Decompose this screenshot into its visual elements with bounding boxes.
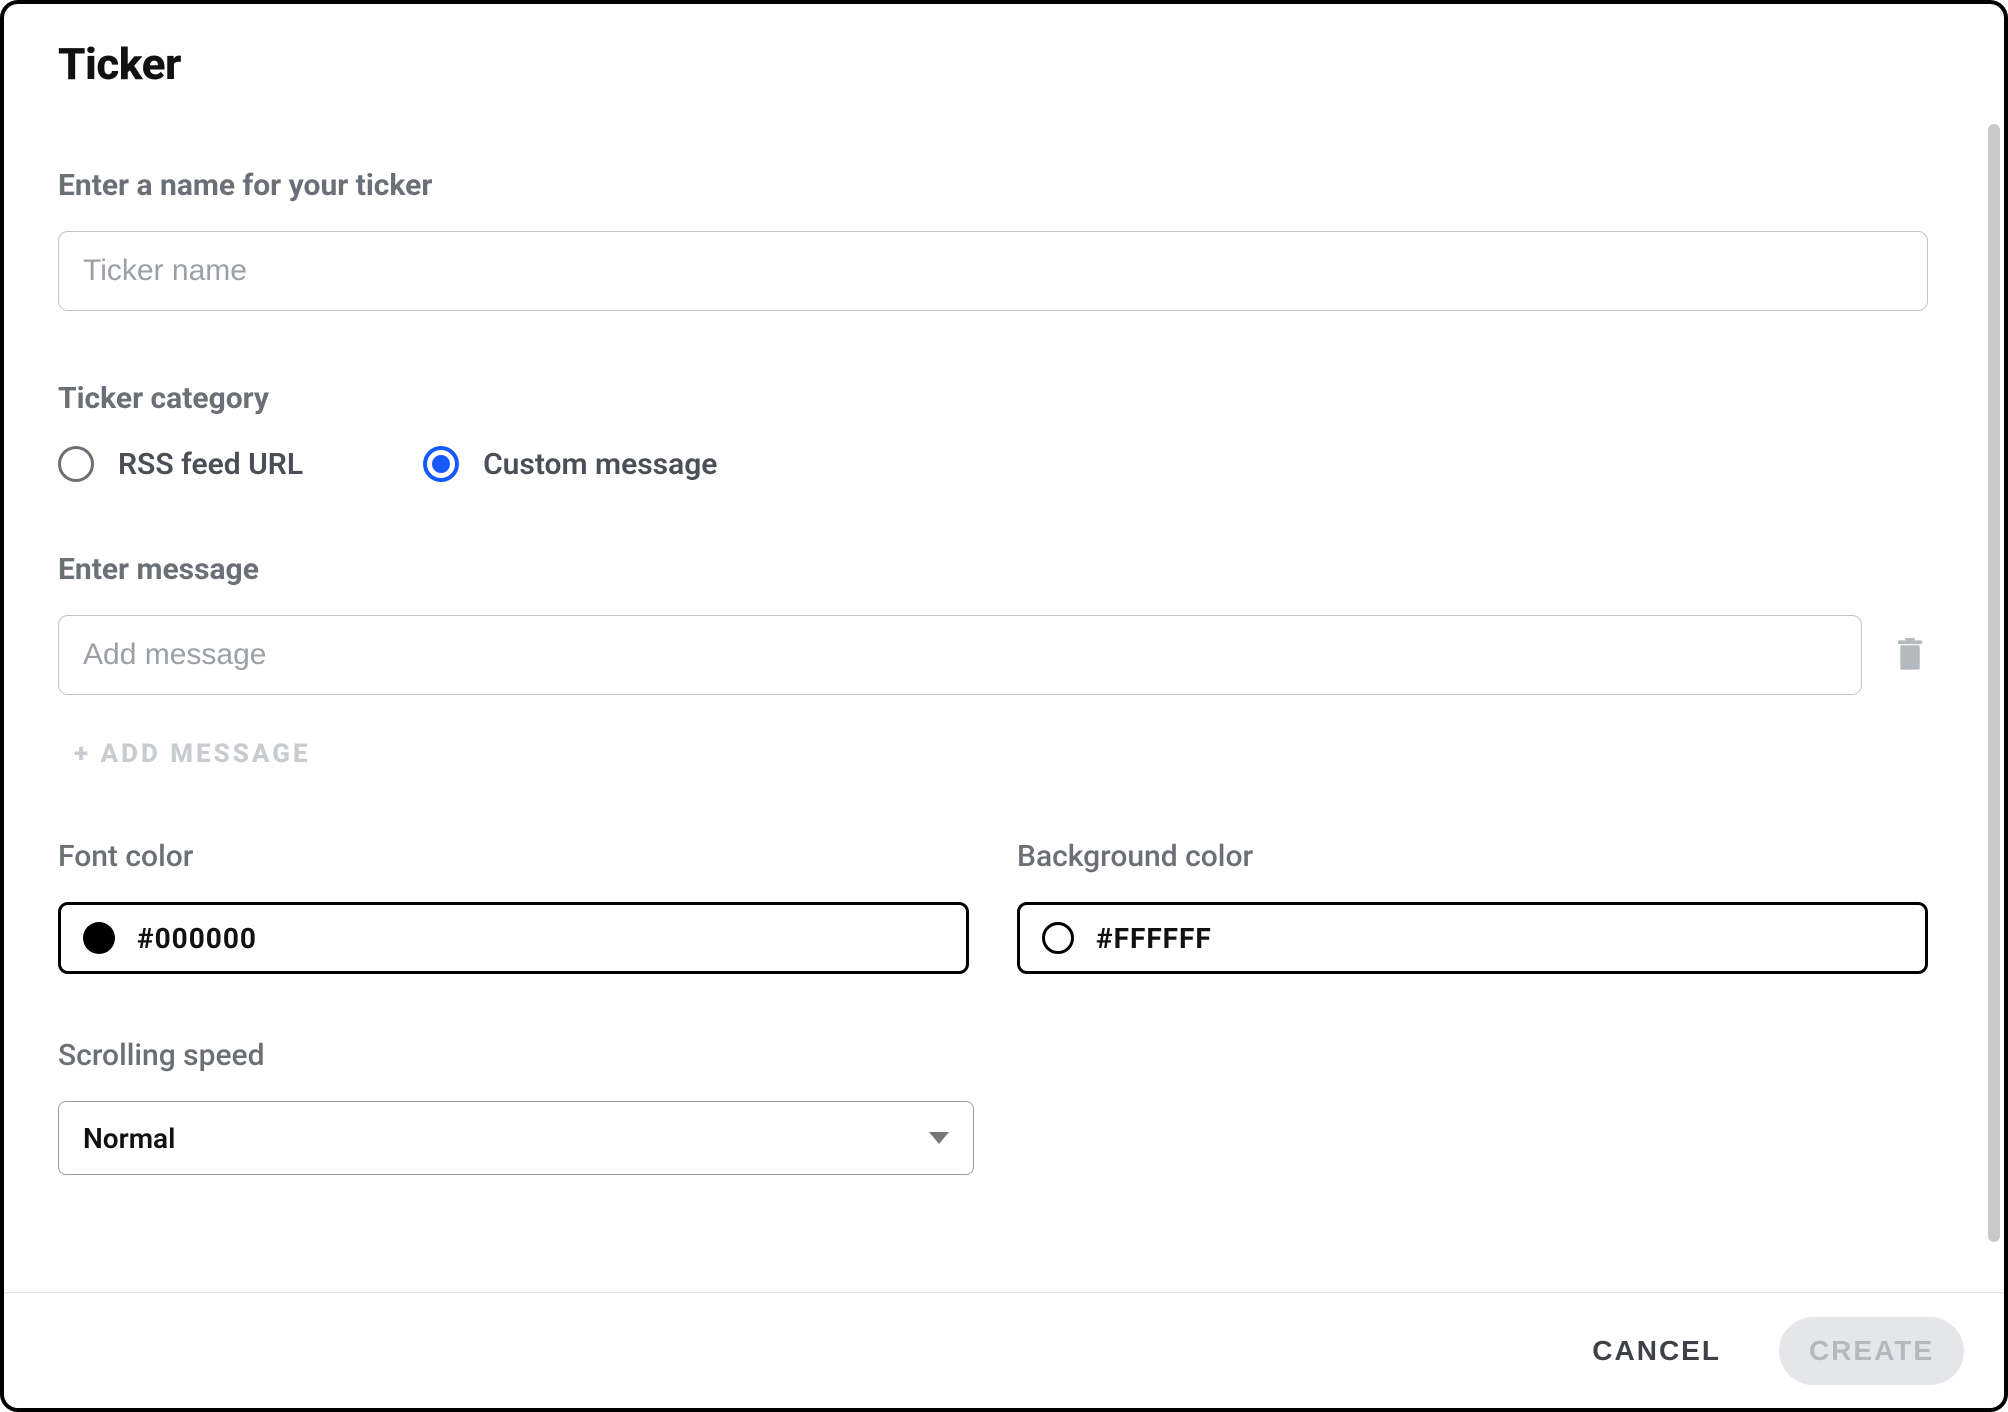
add-message-button[interactable]: + ADD MESSAGE	[58, 739, 311, 769]
ticker-name-input[interactable]	[58, 231, 1928, 311]
dialog-body: Ticker Enter a name for your ticker Tick…	[4, 4, 1982, 1292]
chevron-down-icon	[929, 1132, 949, 1144]
dialog-title: Ticker	[58, 38, 1928, 90]
radio-icon	[58, 446, 94, 482]
font-color-swatch-icon	[83, 922, 115, 954]
cancel-button[interactable]: CANCEL	[1562, 1317, 1751, 1385]
create-button[interactable]: CREATE	[1779, 1317, 1964, 1385]
enter-message-section: Enter message + ADD MESSAGE	[58, 552, 1928, 769]
enter-message-label: Enter message	[58, 552, 1928, 587]
color-row: Font color #000000 Background color #FFF…	[58, 839, 1928, 974]
ticker-name-label: Enter a name for your ticker	[58, 168, 1928, 203]
message-row	[58, 615, 1928, 695]
dialog-footer: CANCEL CREATE	[4, 1292, 2004, 1408]
background-color-value: #FFFFFF	[1096, 922, 1212, 955]
background-color-label: Background color	[1017, 839, 1928, 874]
ticker-category-section: Ticker category RSS feed URL Custom mess…	[58, 381, 1928, 482]
dialog-body-wrap: Ticker Enter a name for your ticker Tick…	[4, 4, 2004, 1292]
delete-message-button[interactable]	[1892, 635, 1928, 675]
background-color-swatch-icon	[1042, 922, 1074, 954]
font-color-value: #000000	[137, 922, 257, 955]
ticker-dialog: Ticker Enter a name for your ticker Tick…	[0, 0, 2008, 1412]
scrollbar[interactable]	[1982, 4, 2004, 1292]
trash-icon	[1895, 638, 1925, 672]
add-message-label: + ADD MESSAGE	[74, 739, 311, 769]
font-color-field[interactable]: #000000	[58, 902, 969, 974]
scrolling-speed-label: Scrolling speed	[58, 1038, 1928, 1073]
radio-custom-label: Custom message	[483, 447, 717, 482]
category-radio-group: RSS feed URL Custom message	[58, 446, 1928, 482]
background-color-field[interactable]: #FFFFFF	[1017, 902, 1928, 974]
ticker-name-section: Enter a name for your ticker	[58, 168, 1928, 311]
message-input[interactable]	[58, 615, 1862, 695]
scrolling-speed-section: Scrolling speed Normal	[58, 1038, 1928, 1175]
radio-dot-icon	[432, 455, 450, 473]
radio-rss-feed[interactable]: RSS feed URL	[58, 446, 303, 482]
scrolling-speed-select[interactable]: Normal	[58, 1101, 974, 1175]
radio-icon-selected	[423, 446, 459, 482]
scrolling-speed-value: Normal	[83, 1122, 175, 1155]
scrollbar-thumb[interactable]	[1988, 124, 2000, 1242]
font-color-label: Font color	[58, 839, 969, 874]
background-color-col: Background color #FFFFFF	[1017, 839, 1928, 974]
radio-rss-label: RSS feed URL	[118, 447, 303, 482]
font-color-col: Font color #000000	[58, 839, 969, 974]
radio-custom-message[interactable]: Custom message	[423, 446, 717, 482]
ticker-category-label: Ticker category	[58, 381, 1928, 416]
